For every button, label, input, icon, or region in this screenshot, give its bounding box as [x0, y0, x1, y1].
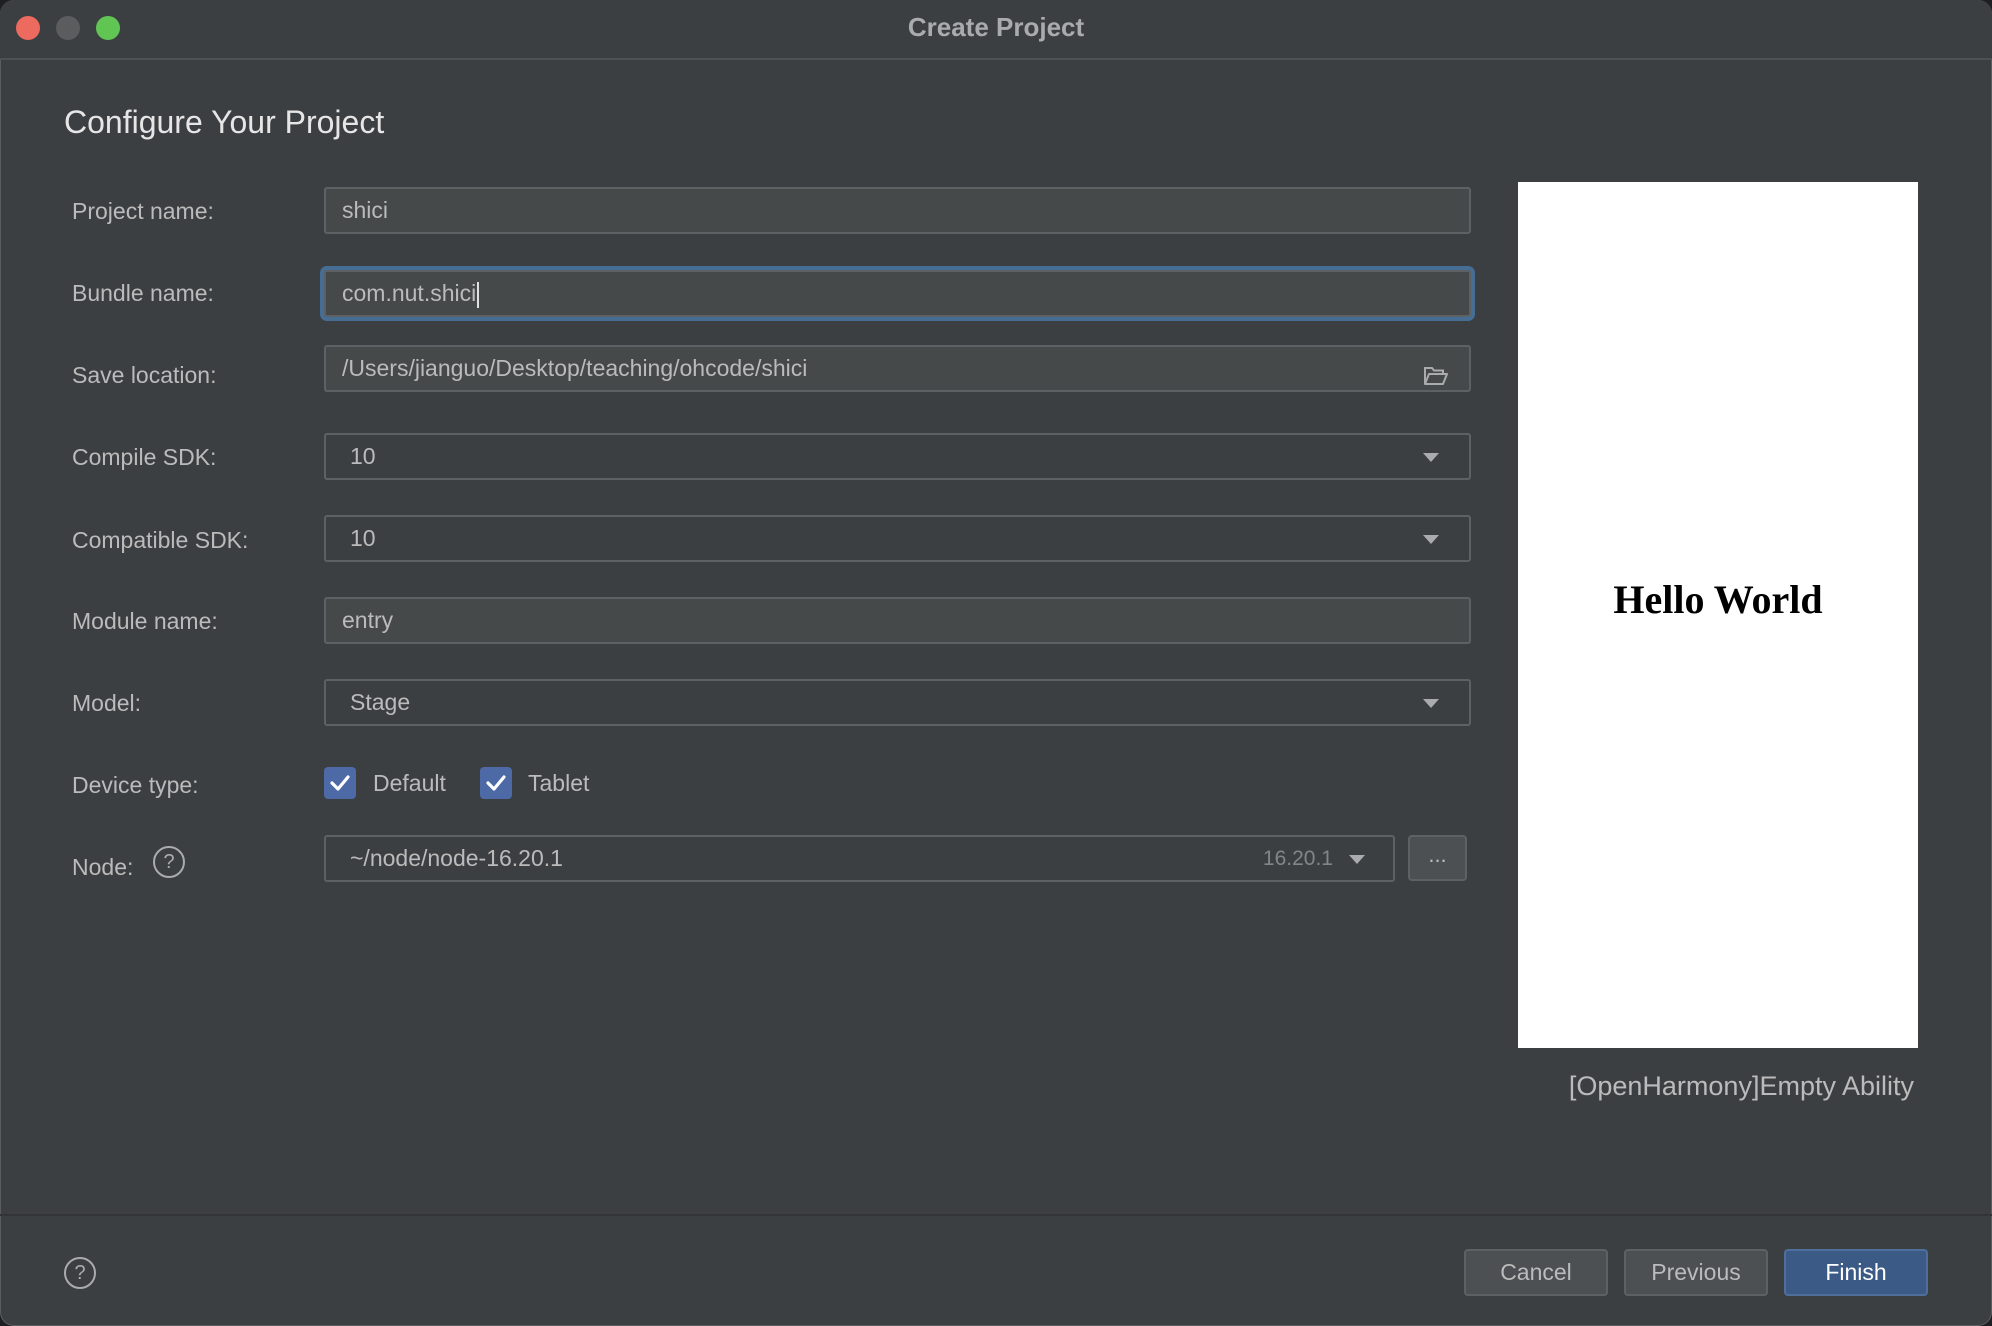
compile-sdk-dropdown[interactable]: 10: [324, 433, 1471, 480]
model-dropdown[interactable]: Stage: [324, 679, 1471, 726]
node-dropdown[interactable]: ~/node/node-16.20.1 16.20.1: [324, 835, 1395, 882]
window-title: Create Project: [907, 12, 1085, 42]
chevron-down-icon: [1423, 699, 1439, 708]
footer-divider: [0, 1214, 1992, 1216]
bundle-name-value: com.nut.shici: [342, 280, 477, 306]
compatible-sdk-label: Compatible SDK:: [72, 527, 249, 553]
template-preview: Hello World: [1518, 182, 1918, 1048]
finish-button[interactable]: Finish: [1784, 1249, 1928, 1296]
project-name-input[interactable]: shici: [324, 187, 1471, 234]
compile-sdk-value: 10: [350, 443, 376, 469]
device-default-checkbox[interactable]: [324, 767, 356, 799]
device-default-label[interactable]: Default: [373, 768, 446, 798]
compatible-sdk-dropdown[interactable]: 10: [324, 515, 1471, 562]
previous-button[interactable]: Previous: [1624, 1249, 1768, 1296]
chevron-down-icon: [1423, 535, 1439, 544]
preview-hello-text: Hello World: [1613, 577, 1823, 622]
device-tablet-checkbox[interactable]: [480, 767, 512, 799]
help-icon[interactable]: ?: [64, 1257, 96, 1289]
create-project-dialog: Create Project Configure Your Project Pr…: [0, 0, 1992, 1326]
node-label: Node:: [72, 854, 134, 880]
compatible-sdk-value: 10: [350, 525, 376, 551]
device-type-label: Device type:: [72, 772, 199, 798]
module-name-label: Module name:: [72, 608, 218, 634]
project-name-label: Project name:: [72, 198, 214, 224]
text-caret: [477, 281, 480, 308]
node-browse-button[interactable]: ...: [1408, 835, 1467, 881]
bundle-name-label: Bundle name:: [72, 280, 214, 306]
chevron-down-icon: [1423, 453, 1439, 462]
save-location-input[interactable]: /Users/jianguo/Desktop/teaching/ohcode/s…: [324, 345, 1471, 392]
model-label: Model:: [72, 690, 142, 716]
save-location-value: /Users/jianguo/Desktop/teaching/ohcode/s…: [342, 355, 808, 381]
folder-open-icon[interactable]: [1423, 358, 1449, 385]
save-location-label: Save location:: [72, 362, 217, 388]
title-bar: Create Project: [0, 0, 1992, 60]
node-version: 16.20.1: [1262, 847, 1333, 870]
project-name-value: shici: [342, 197, 389, 223]
cancel-button[interactable]: Cancel: [1464, 1249, 1608, 1296]
bundle-name-input[interactable]: com.nut.shici: [324, 270, 1471, 317]
checkmark-icon: [330, 775, 350, 791]
model-value: Stage: [350, 689, 411, 715]
compile-sdk-label: Compile SDK:: [72, 444, 217, 470]
chevron-down-icon: [1349, 855, 1365, 864]
node-path-value: ~/node/node-16.20.1: [350, 845, 563, 871]
device-tablet-label[interactable]: Tablet: [528, 768, 589, 798]
module-name-value: entry: [342, 607, 394, 633]
template-name: [OpenHarmony]Empty Ability: [1568, 1071, 1914, 1101]
module-name-input[interactable]: entry: [324, 597, 1471, 644]
checkmark-icon: [486, 775, 506, 791]
node-help-icon[interactable]: ?: [153, 846, 185, 878]
page-heading: Configure Your Project: [64, 104, 385, 140]
